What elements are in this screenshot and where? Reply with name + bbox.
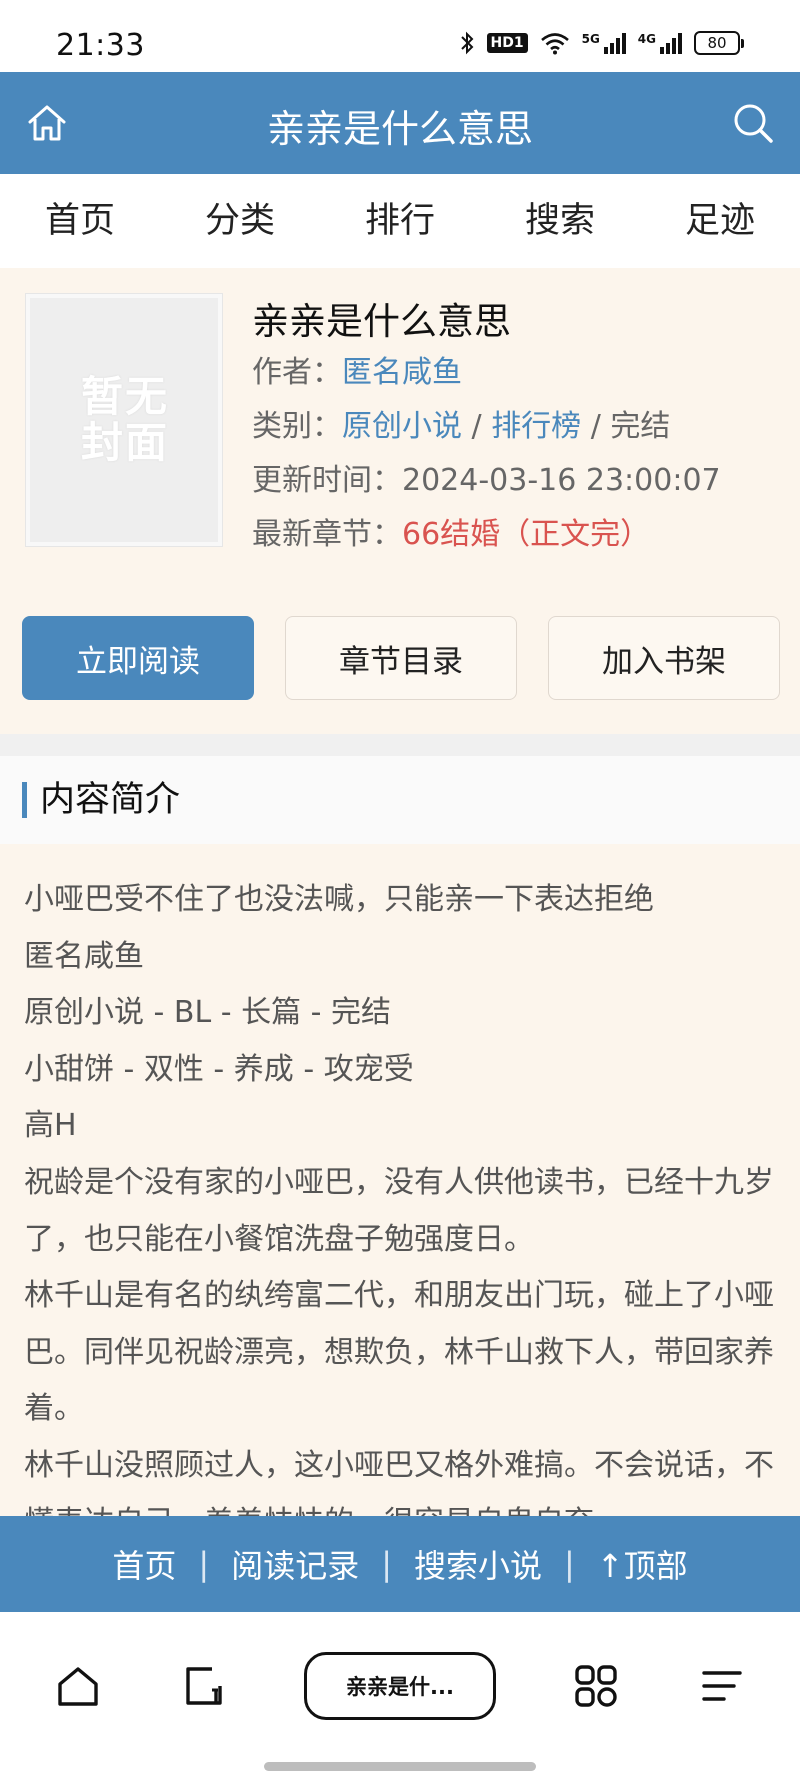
hd-badge: HD1 bbox=[486, 33, 528, 53]
book-title: 亲亲是什么意思 bbox=[252, 300, 511, 343]
edit-icon[interactable] bbox=[178, 1660, 230, 1712]
page-title: 亲亲是什么意思 bbox=[266, 107, 533, 151]
battery-level: 80 bbox=[694, 31, 740, 55]
home-icon[interactable] bbox=[52, 1660, 104, 1712]
nav-item-search[interactable]: 搜索 bbox=[480, 174, 640, 268]
status-bar: 21:33 HD1 5G 4G 80 bbox=[0, 0, 800, 72]
cover-char: 暂 bbox=[80, 372, 123, 421]
nav-item-category[interactable]: 分类 bbox=[160, 174, 320, 268]
cover-char: 封 bbox=[80, 418, 123, 467]
chapter-list-button[interactable]: 章节目录 bbox=[285, 616, 517, 700]
footer-link-home[interactable]: 首页 bbox=[90, 1541, 198, 1587]
home-indicator[interactable] bbox=[264, 1762, 536, 1771]
nav-item-ranking[interactable]: 排行 bbox=[320, 174, 480, 268]
intro-heading-bar: 内容简介 bbox=[0, 756, 800, 844]
cover-char: 无 bbox=[125, 372, 168, 421]
latest-chapter-row: 最新章节：66结婚（正文完） bbox=[252, 508, 780, 562]
browser-toolbar: 亲亲是什... bbox=[0, 1612, 800, 1788]
latest-chapter-link[interactable]: 66结婚（正文完） bbox=[402, 517, 650, 552]
intro-line: 林千山是有名的纨绔富二代，和朋友出门玩，碰上了小哑巴。同伴见祝龄漂亮，想欺负，林… bbox=[24, 1278, 774, 1427]
signal-5g-label: 5G bbox=[581, 32, 600, 46]
author-label: 作者： bbox=[252, 355, 342, 390]
author-link[interactable]: 匿名咸鱼 bbox=[342, 355, 462, 390]
footer-link-search[interactable]: 搜索小说 bbox=[392, 1541, 564, 1587]
action-buttons: 立即阅读 章节目录 加入书架 bbox=[22, 616, 780, 700]
status-time: 21:33 bbox=[56, 28, 145, 63]
latest-label: 最新章节： bbox=[252, 517, 402, 552]
intro-line: 原创小说 - BL - 长篇 - 完结 bbox=[24, 995, 391, 1031]
main-nav: 首页 分类 排行 搜索 足迹 bbox=[0, 174, 800, 268]
battery-icon: 80 bbox=[694, 31, 744, 55]
signal-4g-icon: 4G bbox=[638, 32, 682, 54]
updated-row: 更新时间：2024-03-16 23:00:07 bbox=[252, 454, 780, 508]
cover-char: 面 bbox=[125, 418, 168, 467]
current-tab-button[interactable]: 亲亲是什... bbox=[304, 1652, 496, 1720]
category-label: 类别： bbox=[252, 409, 342, 444]
footer-separator: | bbox=[564, 1545, 575, 1583]
intro-line: 匿名咸鱼 bbox=[24, 938, 144, 974]
updated-time: 2024-03-16 23:00:07 bbox=[402, 463, 721, 498]
footer-separator: | bbox=[381, 1545, 392, 1583]
cover-placeholder-text: 暂 无 封 面 bbox=[81, 374, 167, 466]
intro-line: 小哑巴受不住了也没法喊，只能亲一下表达拒绝 bbox=[24, 882, 654, 917]
book-cover: 暂 无 封 面 bbox=[26, 294, 222, 546]
ranking-link[interactable]: 排行榜 bbox=[491, 409, 581, 444]
signal-4g-label: 4G bbox=[637, 32, 656, 46]
book-meta: 亲亲是什么意思 作者：匿名咸鱼 类别：原创小说 / 排行榜 / 完结 更新时间：… bbox=[252, 298, 780, 562]
section-divider bbox=[0, 734, 800, 756]
nav-item-history[interactable]: 足迹 bbox=[640, 174, 800, 268]
wifi-icon bbox=[540, 31, 570, 55]
footer-link-top[interactable]: ↑顶部 bbox=[575, 1541, 710, 1587]
site-footer: 首页 | 阅读记录 | 搜索小说 | ↑顶部 bbox=[0, 1516, 800, 1612]
intro-heading: 内容简介 bbox=[40, 780, 181, 820]
category-link[interactable]: 原创小说 bbox=[342, 409, 462, 444]
category-separator: / bbox=[462, 409, 492, 444]
heading-accent-bar bbox=[22, 782, 27, 818]
footer-separator: | bbox=[198, 1545, 210, 1583]
book-info-panel: 暂 无 封 面 亲亲是什么意思 作者：匿名咸鱼 类别：原创小说 / 排行榜 / … bbox=[0, 268, 800, 734]
nav-item-home[interactable]: 首页 bbox=[0, 174, 160, 268]
intro-line: 祝龄是个没有家的小哑巴，没有人供他读书，已经十九岁了，也只能在小餐馆洗盘子勉强度… bbox=[24, 1164, 774, 1257]
search-icon[interactable] bbox=[730, 100, 776, 146]
menu-icon[interactable] bbox=[696, 1660, 748, 1712]
intro-content: 小哑巴受不住了也没法喊，只能亲一下表达拒绝 匿名咸鱼 原创小说 - BL - 长… bbox=[0, 844, 800, 1516]
site-header: 亲亲是什么意思 bbox=[0, 72, 800, 174]
footer-link-history[interactable]: 阅读记录 bbox=[209, 1541, 381, 1587]
intro-line: 小甜饼 - 双性 - 养成 - 攻宠受 bbox=[24, 1051, 414, 1087]
updated-label: 更新时间： bbox=[252, 463, 402, 498]
signal-5g-icon: 5G bbox=[582, 32, 626, 54]
status-separator: / bbox=[581, 409, 611, 444]
book-status: 完结 bbox=[610, 409, 671, 444]
author-row: 作者：匿名咸鱼 bbox=[252, 346, 780, 400]
intro-line: 高H bbox=[24, 1108, 77, 1144]
apps-grid-icon[interactable] bbox=[570, 1660, 622, 1712]
intro-line: 林千山没照顾过人，这小哑巴又格外难搞。不会说话，不懂表达自己，羞羞怯怯的，很容易… bbox=[24, 1447, 774, 1516]
read-now-button[interactable]: 立即阅读 bbox=[22, 616, 254, 700]
status-icons: HD1 5G 4G 80 bbox=[459, 30, 744, 56]
add-to-shelf-button[interactable]: 加入书架 bbox=[548, 616, 780, 700]
category-row: 类别：原创小说 / 排行榜 / 完结 bbox=[252, 400, 780, 454]
bluetooth-icon bbox=[459, 30, 475, 56]
